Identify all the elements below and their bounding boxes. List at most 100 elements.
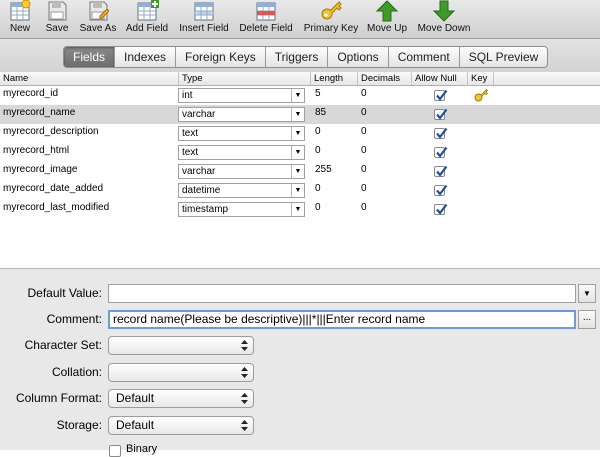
key-icon (319, 0, 343, 25)
table-row[interactable]: myrecord_html text ▼ 0 0 (0, 143, 600, 162)
collation-select[interactable] (108, 363, 254, 382)
tab-foreign-keys[interactable]: Foreign Keys (175, 47, 265, 67)
field-name[interactable]: myrecord_image (3, 164, 77, 175)
table-row[interactable]: myrecord_date_added datetime ▼ 0 0 (0, 181, 600, 200)
primary-key-button[interactable]: Primary Key (302, 0, 360, 38)
field-name[interactable]: myrecord_description (3, 126, 99, 137)
storage-select[interactable]: Default (108, 416, 254, 435)
tab-indexes[interactable]: Indexes (114, 47, 175, 67)
column-header-type[interactable]: Type (178, 72, 310, 85)
save-as-button[interactable]: Save As (78, 0, 118, 38)
column-format-select[interactable]: Default (108, 389, 254, 408)
toolbar: New Save Save As Add Field Insert Field … (0, 0, 600, 39)
field-decimals[interactable]: 0 (361, 164, 367, 175)
field-name[interactable]: myrecord_html (3, 145, 69, 156)
insert-field-icon (192, 0, 216, 25)
field-decimals[interactable]: 0 (361, 202, 367, 213)
field-type-select[interactable]: int ▼ (178, 88, 305, 103)
save-as-icon (87, 0, 110, 25)
move-down-button[interactable]: Move Down (414, 0, 474, 38)
table-row[interactable]: myrecord_image varchar ▼ 255 0 (0, 162, 600, 181)
table-row[interactable]: myrecord_id int ▼ 5 0 (0, 86, 600, 105)
tab-options[interactable]: Options (327, 47, 387, 67)
allow-null-checkbox[interactable] (434, 146, 448, 158)
table-row[interactable]: myrecord_name varchar ▼ 85 0 (0, 105, 600, 124)
arrow-down-icon (432, 0, 456, 25)
chevron-down-icon: ▼ (291, 146, 304, 159)
field-type: datetime (182, 185, 221, 196)
field-decimals[interactable]: 0 (361, 145, 367, 156)
field-decimals[interactable]: 0 (361, 107, 367, 118)
chevron-down-icon: ▼ (291, 184, 304, 197)
field-type-select[interactable]: text ▼ (178, 145, 305, 160)
field-length[interactable]: 85 (315, 107, 326, 118)
checkmark-icon (436, 203, 448, 215)
column-header-length[interactable]: Length (310, 72, 357, 85)
field-length[interactable]: 0 (315, 202, 321, 213)
field-type: varchar (182, 166, 216, 177)
default-value-field[interactable] (108, 284, 576, 303)
comment-more-button[interactable]: ... (578, 310, 596, 329)
column-header-name[interactable]: Name (0, 72, 178, 85)
field-properties-panel: Default Value: ▼ Comment: record name(Pl… (0, 269, 600, 457)
tab-fields[interactable]: Fields (64, 47, 115, 67)
field-decimals[interactable]: 0 (361, 183, 367, 194)
collation-label: Collation: (51, 365, 102, 379)
table-row[interactable]: myrecord_description text ▼ 0 0 (0, 124, 600, 143)
allow-null-checkbox[interactable] (434, 203, 448, 215)
table-row[interactable]: myrecord_last_modified timestamp ▼ 0 0 (0, 200, 600, 219)
new-button[interactable]: New (3, 0, 37, 38)
default-value-dropdown[interactable]: ▼ (578, 284, 596, 303)
allow-null-checkbox[interactable] (434, 165, 448, 177)
add-field-button[interactable]: Add Field (123, 0, 171, 38)
delete-field-button[interactable]: Delete Field (236, 0, 296, 38)
field-name[interactable]: myrecord_last_modified (3, 202, 109, 213)
updown-arrows-icon (241, 393, 248, 404)
binary-checkbox[interactable] (109, 445, 121, 457)
comment-field[interactable]: record name(Please be descriptive)|||*||… (108, 310, 576, 329)
field-length[interactable]: 5 (315, 88, 321, 99)
field-name[interactable]: myrecord_name (3, 107, 75, 118)
field-length[interactable]: 255 (315, 164, 332, 175)
field-type-select[interactable]: varchar ▼ (178, 164, 305, 179)
field-decimals[interactable]: 0 (361, 88, 367, 99)
storage-label: Storage: (56, 418, 102, 432)
field-decimals[interactable]: 0 (361, 126, 367, 137)
updown-arrows-icon (241, 367, 248, 378)
insert-field-button[interactable]: Insert Field (176, 0, 232, 38)
add-field-icon (135, 0, 159, 25)
allow-null-checkbox[interactable] (434, 127, 448, 139)
field-length[interactable]: 0 (315, 145, 321, 156)
field-length[interactable]: 0 (315, 126, 321, 137)
arrow-up-icon (375, 0, 399, 25)
field-type-select[interactable]: datetime ▼ (178, 183, 305, 198)
primary-key-icon (474, 88, 489, 105)
column-format-label: Column Format: (15, 391, 102, 405)
field-type: timestamp (182, 204, 229, 215)
field-type: int (182, 90, 193, 101)
field-type: varchar (182, 109, 216, 120)
allow-null-checkbox[interactable] (434, 108, 448, 120)
field-length[interactable]: 0 (315, 183, 321, 194)
column-header-allow-null[interactable]: Allow Null (411, 72, 467, 85)
tab-comment[interactable]: Comment (387, 47, 459, 67)
save-button[interactable]: Save (40, 0, 74, 38)
field-name[interactable]: myrecord_date_added (3, 183, 103, 194)
character-set-label: Character Set: (24, 338, 102, 352)
allow-null-checkbox[interactable] (434, 184, 448, 196)
chevron-down-icon: ▼ (291, 89, 304, 102)
tab-sql-preview[interactable]: SQL Preview (458, 47, 548, 67)
character-set-select[interactable] (108, 336, 254, 355)
field-name[interactable]: myrecord_id (3, 88, 58, 99)
column-header-key[interactable]: Key (467, 72, 493, 85)
move-up-button[interactable]: Move Up (364, 0, 410, 38)
field-type-select[interactable]: timestamp ▼ (178, 202, 305, 217)
column-header-decimals[interactable]: Decimals (357, 72, 411, 85)
field-type-select[interactable]: text ▼ (178, 126, 305, 141)
allow-null-checkbox[interactable] (434, 89, 448, 101)
field-type-select[interactable]: varchar ▼ (178, 107, 305, 122)
tab-triggers[interactable]: Triggers (264, 47, 328, 67)
fields-table: myrecord_id int ▼ 5 0 myrecord_name varchar ▼ 85… (0, 86, 600, 266)
checkmark-icon (436, 165, 448, 177)
checkmark-icon (436, 184, 448, 196)
